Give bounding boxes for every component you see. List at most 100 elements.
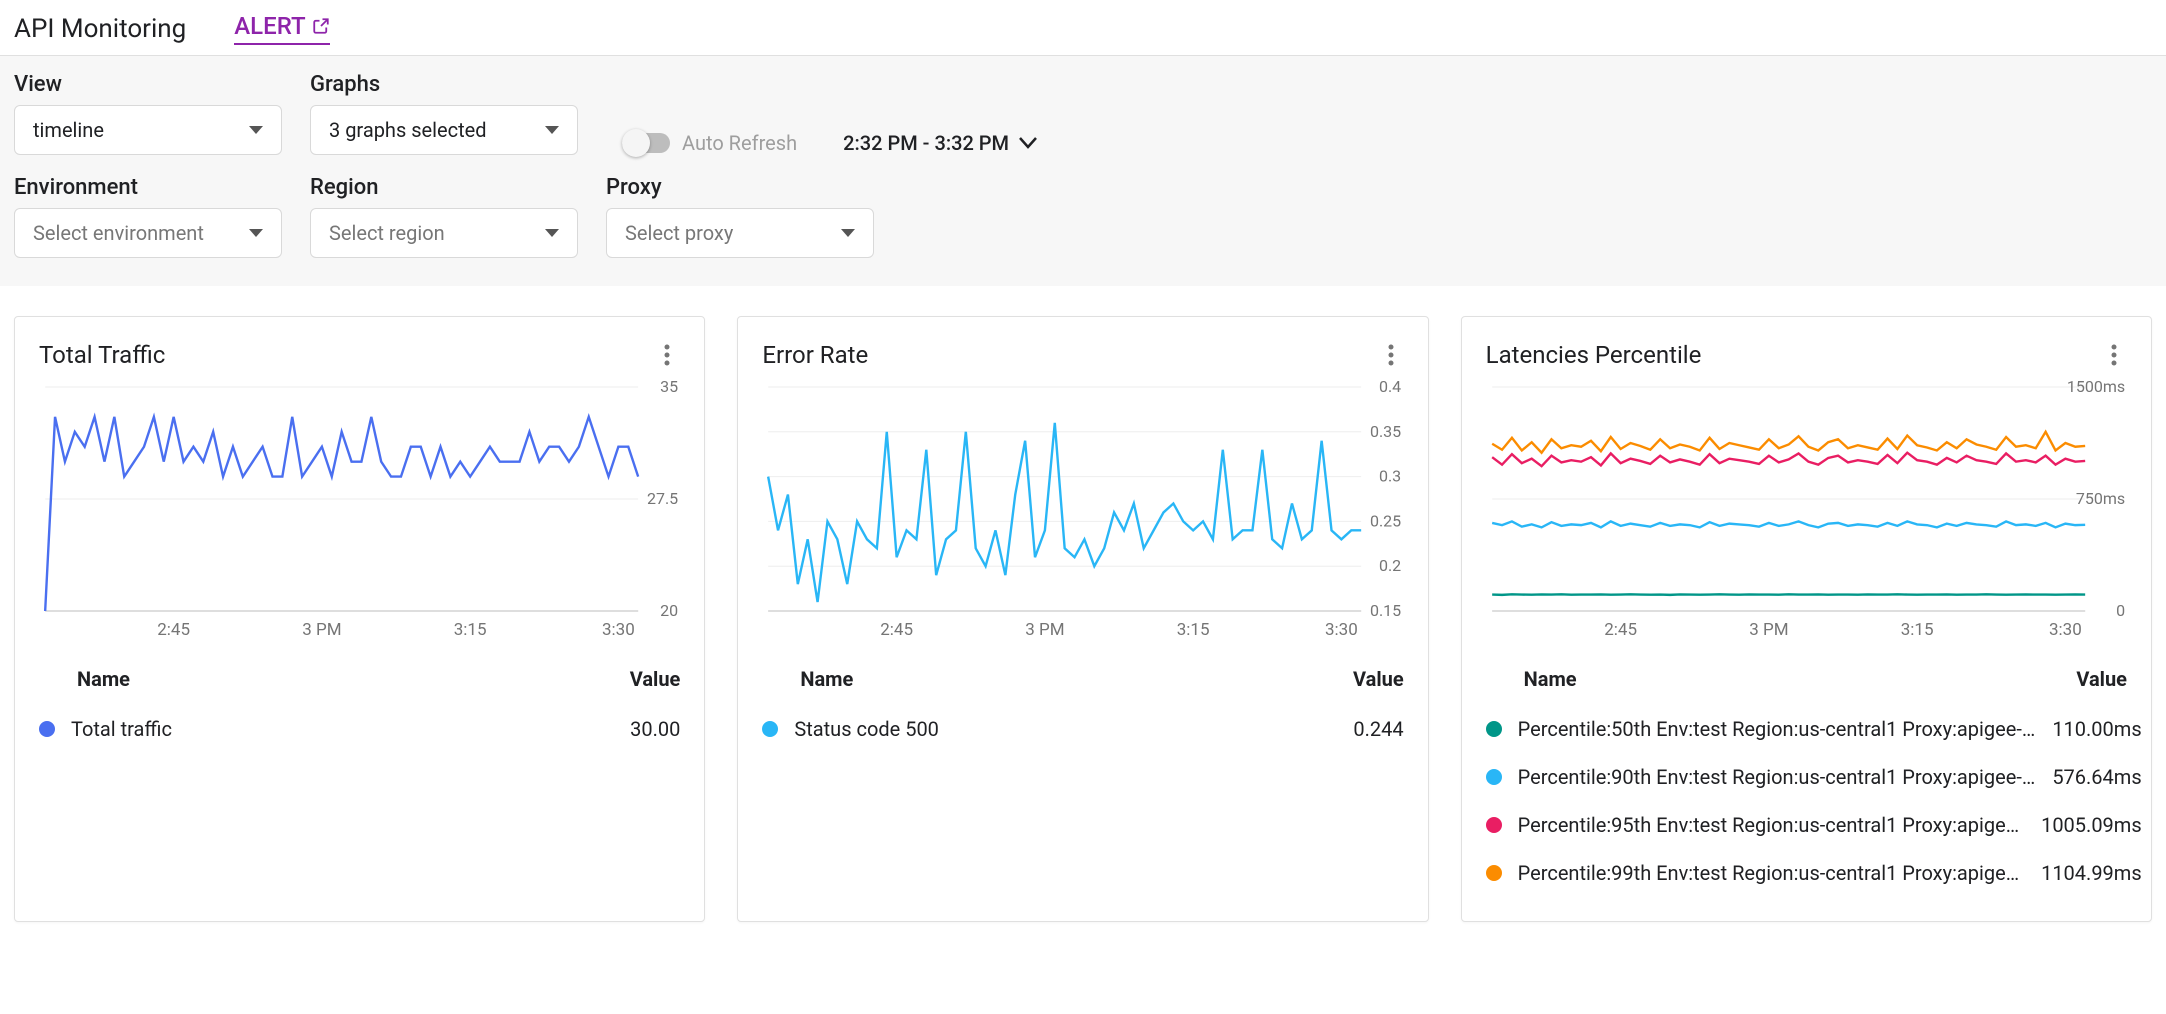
legend-col-name: Name: [1524, 667, 1577, 691]
svg-text:0.35: 0.35: [1370, 422, 1401, 441]
alert-link[interactable]: ALERT: [234, 12, 329, 45]
graphs-select-value: 3 graphs selected: [329, 118, 487, 142]
kebab-icon: [1388, 344, 1394, 366]
svg-text:0: 0: [2116, 601, 2125, 620]
graphs-select[interactable]: 3 graphs selected: [310, 105, 578, 155]
legend-value: 1104.99ms: [2025, 861, 2142, 885]
chevron-down-icon: [249, 229, 263, 237]
legend-row: Percentile:50th Env:test Region:us-centr…: [1486, 705, 2142, 753]
legend-dot-icon: [1486, 865, 1502, 881]
environment-select[interactable]: Select environment: [14, 208, 282, 258]
view-label: View: [14, 72, 282, 97]
legend-dot-icon: [1486, 769, 1502, 785]
legend: Name Value Status code 5000.244: [738, 645, 1427, 777]
proxy-placeholder: Select proxy: [625, 221, 733, 245]
chart-latencies: 0750ms1500ms2:453 PM3:153:30: [1462, 381, 2151, 645]
chevron-down-icon: [545, 126, 559, 134]
svg-text:3:15: 3:15: [1177, 620, 1210, 640]
svg-text:2:45: 2:45: [881, 620, 914, 640]
legend: Name Value Total traffic 30.00: [15, 645, 704, 777]
external-link-icon: [312, 17, 330, 35]
chart-total-traffic: 2027.5352:453 PM3:153:30: [15, 381, 704, 645]
legend-value: 576.64ms: [2036, 765, 2141, 789]
legend-value: 0.244: [1337, 717, 1403, 741]
legend-dot-icon: [1486, 817, 1502, 833]
legend-name-text: Percentile:50th Env:test Region:us-centr…: [1518, 717, 2037, 741]
page-header: API Monitoring ALERT: [0, 0, 2166, 56]
time-range-value: 2:32 PM - 3:32 PM: [843, 131, 1009, 155]
card-total-traffic: Total Traffic 20 27.5 35 2:45 3 PM 3:15 3:30 N…: [14, 316, 705, 922]
svg-text:3:30: 3:30: [2049, 620, 2082, 640]
svg-text:2:45: 2:45: [1604, 620, 1637, 640]
svg-text:2:45: 2:45: [157, 620, 190, 640]
legend-col-value: Value: [630, 667, 681, 691]
proxy-label: Proxy: [606, 175, 874, 200]
legend-dot-icon: [1486, 721, 1502, 737]
view-select-value: timeline: [33, 118, 104, 142]
svg-text:20: 20: [660, 601, 678, 620]
view-select[interactable]: timeline: [14, 105, 282, 155]
card-menu-button[interactable]: [1378, 342, 1404, 368]
card-error-rate: Error Rate 0.15 0.2 0.25 0.3 0.35 0.4 2:45 3 PM…: [737, 316, 1428, 922]
svg-text:0.3: 0.3: [1379, 467, 1401, 486]
proxy-select[interactable]: Select proxy: [606, 208, 874, 258]
svg-text:750ms: 750ms: [2076, 489, 2125, 508]
environment-label: Environment: [14, 175, 282, 200]
card-menu-button[interactable]: [654, 342, 680, 368]
legend-row: Percentile:95th Env:test Region:us-centr…: [1486, 801, 2142, 849]
chevron-down-icon: [249, 126, 263, 134]
legend-row: Total traffic 30.00: [39, 705, 680, 753]
svg-text:0.25: 0.25: [1370, 511, 1401, 530]
legend-row: Percentile:90th Env:test Region:us-centr…: [1486, 753, 2142, 801]
kebab-icon: [664, 344, 670, 366]
legend-dot-icon: [762, 721, 778, 737]
card-latencies: Latencies Percentile 0 750ms 1500ms 2:45 3 P…: [1461, 316, 2152, 922]
chevron-down-icon: [1019, 137, 1037, 149]
svg-text:0.2: 0.2: [1379, 556, 1401, 575]
svg-text:35: 35: [660, 377, 678, 396]
legend-row: Status code 500 0.244: [762, 705, 1403, 753]
svg-text:3:15: 3:15: [454, 620, 487, 640]
kebab-icon: [2111, 344, 2117, 366]
legend-name-text: Percentile:99th Env:test Region:us-centr…: [1518, 861, 2025, 885]
legend-row: Percentile:99th Env:test Region:us-centr…: [1486, 849, 2142, 897]
legend-dot-icon: [39, 721, 55, 737]
svg-text:3:30: 3:30: [602, 620, 635, 640]
legend: Name Value Percentile:50th Env:test Regi…: [1462, 645, 2151, 921]
legend-value: 30.00: [614, 717, 680, 741]
legend-name-text: Total traffic: [71, 717, 172, 741]
legend-name-text: Percentile:90th Env:test Region:us-centr…: [1518, 765, 2037, 789]
legend-name-text: Status code 500: [794, 717, 939, 741]
environment-placeholder: Select environment: [33, 221, 204, 245]
svg-text:3:15: 3:15: [1900, 620, 1933, 640]
card-title: Error Rate: [762, 341, 868, 369]
svg-text:3 PM: 3 PM: [302, 620, 341, 640]
svg-text:3:30: 3:30: [1325, 620, 1358, 640]
svg-text:1500ms: 1500ms: [2067, 377, 2125, 396]
legend-value: 110.00ms: [2036, 717, 2141, 741]
region-placeholder: Select region: [329, 221, 445, 245]
legend-col-value: Value: [2076, 667, 2127, 691]
svg-text:0.4: 0.4: [1379, 377, 1401, 396]
page-title: API Monitoring: [14, 14, 186, 44]
svg-text:27.5: 27.5: [647, 489, 678, 508]
cards-grid: Total Traffic 20 27.5 35 2:45 3 PM 3:15 3:30 N…: [0, 286, 2166, 952]
legend-value: 1005.09ms: [2025, 813, 2142, 837]
legend-name-text: Percentile:95th Env:test Region:us-centr…: [1518, 813, 2025, 837]
legend-col-name: Name: [77, 667, 130, 691]
svg-text:3 PM: 3 PM: [1026, 620, 1065, 640]
region-select[interactable]: Select region: [310, 208, 578, 258]
alert-link-label: ALERT: [234, 12, 305, 40]
svg-text:0.15: 0.15: [1370, 601, 1401, 620]
card-title: Latencies Percentile: [1486, 341, 1702, 369]
auto-refresh-toggle[interactable]: [622, 133, 670, 153]
card-menu-button[interactable]: [2101, 342, 2127, 368]
region-label: Region: [310, 175, 578, 200]
time-range-picker[interactable]: 2:32 PM - 3:32 PM: [843, 131, 1037, 155]
card-title: Total Traffic: [39, 341, 165, 369]
auto-refresh-label: Auto Refresh: [682, 131, 797, 155]
svg-text:3 PM: 3 PM: [1749, 620, 1788, 640]
chart-error-rate: 0.150.20.250.30.350.42:453 PM3:153:30: [738, 381, 1427, 645]
graphs-label: Graphs: [310, 72, 578, 97]
filter-bar: View timeline Graphs 3 graphs selected A…: [0, 56, 2166, 286]
